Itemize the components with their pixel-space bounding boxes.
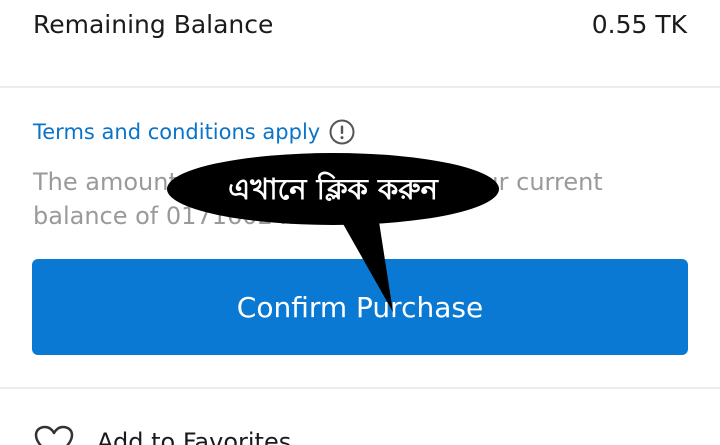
remaining-balance-label: Remaining Balance — [33, 10, 274, 39]
confirm-purchase-label: Confirm Purchase — [236, 290, 484, 324]
deduction-description: The amount will be deducted from your cu… — [33, 168, 603, 230]
confirm-purchase-button[interactable]: Confirm Purchase — [32, 259, 688, 355]
divider — [0, 86, 720, 88]
heart-icon — [33, 424, 75, 445]
terms-row: Terms and conditions apply — [33, 116, 355, 148]
add-to-favorites-label: Add to Favorites — [97, 428, 292, 445]
purchase-confirmation-screen: Remaining Balance 0.55 TK Terms and cond… — [0, 0, 720, 445]
info-circle-icon[interactable] — [329, 119, 355, 145]
remaining-balance-value: 0.55 TK — [591, 10, 687, 39]
terms-and-conditions-link[interactable]: Terms and conditions apply — [33, 120, 320, 144]
add-to-favorites-row[interactable]: Add to Favorites — [33, 424, 291, 445]
divider — [0, 387, 720, 389]
remaining-balance-row: Remaining Balance 0.55 TK — [0, 0, 720, 86]
